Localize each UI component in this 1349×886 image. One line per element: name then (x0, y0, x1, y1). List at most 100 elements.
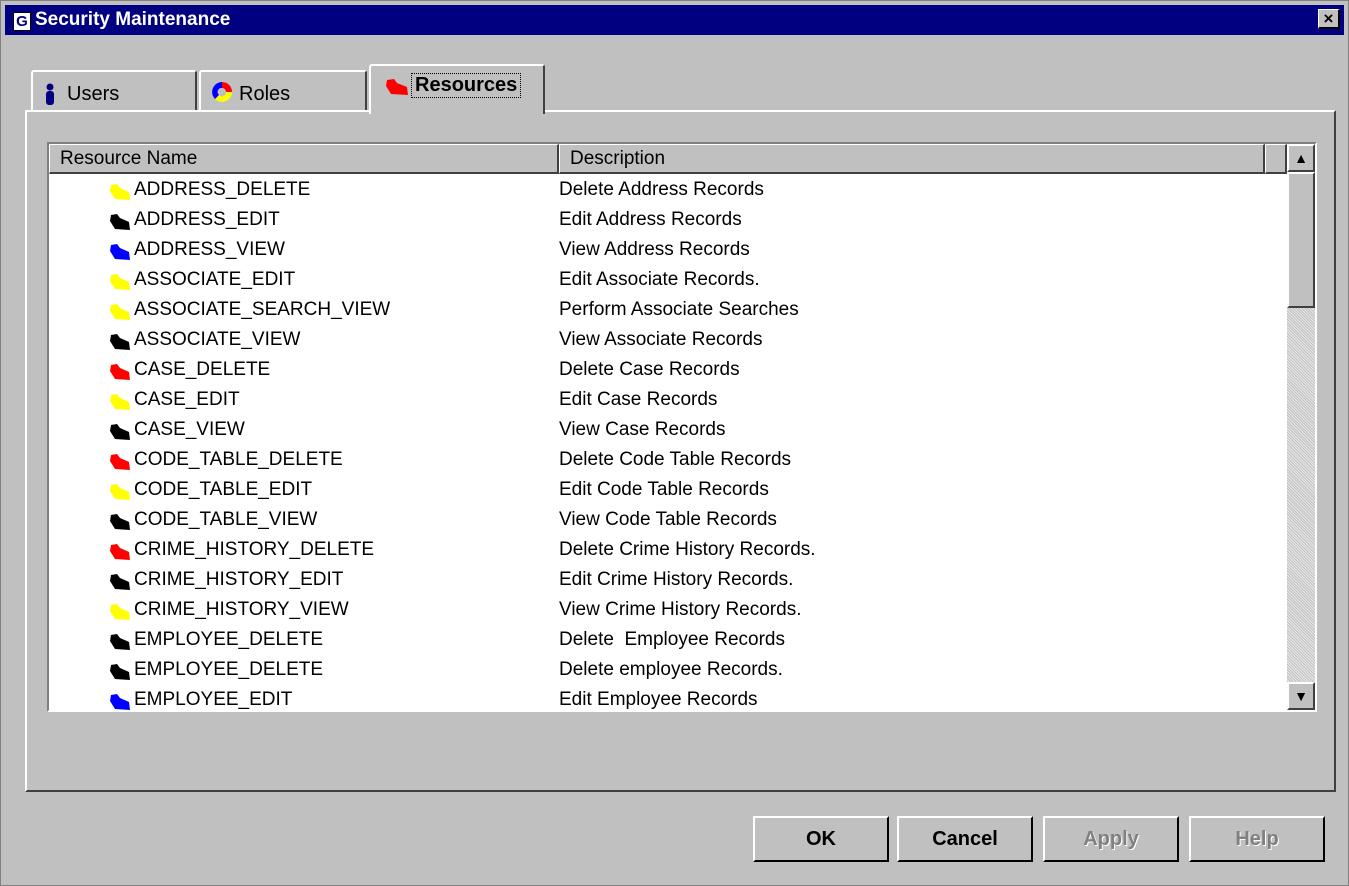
close-button[interactable]: × (1318, 9, 1340, 29)
table-row[interactable]: CRIME_HISTORY_DELETE Delete Crime History… (49, 534, 1287, 565)
tab-roles-label: Roles (239, 83, 291, 105)
window-title: Security Maintenance (35, 9, 231, 30)
resource-name-cell: CRIME_HISTORY_VIEW (134, 599, 349, 620)
column-header-description[interactable]: Description (559, 144, 1265, 174)
resource-icon (385, 78, 409, 102)
resource-icon (109, 480, 131, 500)
table-row[interactable]: CASE_DELETE Delete Case Records (49, 354, 1287, 385)
resource-name-cell: CASE_VIEW (134, 419, 245, 440)
table-row[interactable]: ADDRESS_VIEW View Address Records (49, 234, 1287, 265)
resource-icon (109, 570, 131, 590)
resource-name-cell: CODE_TABLE_DELETE (134, 449, 343, 470)
description-cell: View Crime History Records. (559, 599, 802, 620)
scroll-down-button[interactable]: ▼ (1287, 682, 1315, 710)
tab-users[interactable]: Users (31, 70, 197, 112)
table-row[interactable]: ASSOCIATE_SEARCH_VIEW Perform Associate S… (49, 294, 1287, 325)
description-cell: Delete Address Records (559, 179, 764, 200)
description-cell: Edit Crime History Records. (559, 569, 794, 590)
resource-name-cell: ADDRESS_EDIT (134, 209, 280, 230)
table-row[interactable]: ADDRESS_EDIT Edit Address Records (49, 204, 1287, 235)
table-row[interactable]: CRIME_HISTORY_EDIT Edit Crime History Rec… (49, 564, 1287, 595)
resource-name-cell: CRIME_HISTORY_EDIT (134, 569, 344, 590)
app-icon: G (13, 12, 31, 31)
resource-name-cell: EMPLOYEE_EDIT (134, 689, 293, 710)
resource-icon (109, 660, 131, 680)
table-row[interactable]: ASSOCIATE_EDIT Edit Associate Records. (49, 264, 1287, 295)
resource-icon (109, 420, 131, 440)
resource-icon (109, 690, 131, 710)
resource-name-cell: EMPLOYEE_DELETE (134, 629, 324, 650)
table-row[interactable]: CASE_VIEW View Case Records (49, 414, 1287, 445)
resource-name-cell: ASSOCIATE_SEARCH_VIEW (134, 299, 391, 320)
description-cell: Edit Address Records (559, 209, 742, 230)
table-row[interactable]: EMPLOYEE_EDIT Edit Employee Records (49, 684, 1287, 710)
tab-roles[interactable]: Roles (199, 70, 367, 112)
help-button[interactable]: Help (1189, 816, 1325, 862)
description-cell: View Address Records (559, 239, 750, 260)
description-cell: View Associate Records (559, 329, 763, 350)
table-body: ADDRESS_DELETE Delete Address Records ADDR… (49, 174, 1287, 710)
person-icon (43, 83, 57, 111)
ok-button[interactable]: OK (753, 816, 889, 862)
resource-name-cell: ADDRESS_VIEW (134, 239, 285, 260)
tab-users-label: Users (67, 83, 120, 105)
resource-icon (109, 360, 131, 380)
table-row[interactable]: CASE_EDIT Edit Case Records (49, 384, 1287, 415)
description-cell: Edit Employee Records (559, 689, 758, 710)
resource-icon (109, 330, 131, 350)
roles-ring-icon (211, 81, 233, 109)
column-header-resource-name[interactable]: Resource Name (49, 144, 559, 174)
resource-icon (109, 390, 131, 410)
resource-icon (109, 510, 131, 530)
description-cell: Edit Code Table Records (559, 479, 769, 500)
table-row[interactable]: EMPLOYEE_DELETE Delete Employee Records (49, 624, 1287, 655)
resource-icon (109, 180, 131, 200)
table-row[interactable]: EMPLOYEE_DELETE Delete employee Records. (49, 654, 1287, 685)
scroll-thumb[interactable] (1287, 172, 1315, 308)
table-row[interactable]: CODE_TABLE_EDIT Edit Code Table Records (49, 474, 1287, 505)
resource-name-cell: CASE_DELETE (134, 359, 271, 380)
description-cell: Perform Associate Searches (559, 299, 799, 320)
description-cell: Edit Case Records (559, 389, 718, 410)
resource-icon (109, 240, 131, 260)
resources-panel: Resource Name Description ADDRESS_DELETE… (25, 110, 1336, 792)
table-row[interactable]: CODE_TABLE_VIEW View Code Table Records (49, 504, 1287, 535)
title-bar[interactable]: G Security Maintenance × (5, 5, 1344, 35)
resource-icon (109, 270, 131, 290)
resource-name-cell: ASSOCIATE_VIEW (134, 329, 301, 350)
resource-name-cell: ADDRESS_DELETE (134, 179, 311, 200)
table-row[interactable]: CRIME_HISTORY_VIEW View Crime History Rec… (49, 594, 1287, 625)
cancel-button[interactable]: Cancel (897, 816, 1033, 862)
resource-icon (109, 210, 131, 230)
table-row[interactable]: ASSOCIATE_VIEW View Associate Records (49, 324, 1287, 355)
resource-name-cell: CASE_EDIT (134, 389, 240, 410)
tab-resources-label: Resources (411, 73, 522, 98)
resource-icon (109, 540, 131, 560)
resource-icon (109, 600, 131, 620)
resource-icon (109, 630, 131, 650)
resource-name-cell: CODE_TABLE_EDIT (134, 479, 313, 500)
description-cell: Delete Case Records (559, 359, 740, 380)
column-header-filler (1265, 144, 1287, 174)
vertical-scrollbar[interactable]: ▲ ▼ (1287, 144, 1315, 710)
resources-table: Resource Name Description ADDRESS_DELETE… (47, 142, 1317, 712)
description-cell: Delete Employee Records (559, 629, 785, 650)
resource-icon (109, 450, 131, 470)
resource-name-cell: CRIME_HISTORY_DELETE (134, 539, 375, 560)
description-cell: Delete employee Records. (559, 659, 783, 680)
table-row[interactable]: ADDRESS_DELETE Delete Address Records (49, 174, 1287, 205)
resource-name-cell: EMPLOYEE_DELETE (134, 659, 324, 680)
resource-name-cell: CODE_TABLE_VIEW (134, 509, 318, 530)
description-cell: View Code Table Records (559, 509, 777, 530)
resource-name-cell: ASSOCIATE_EDIT (134, 269, 296, 290)
description-cell: Delete Crime History Records. (559, 539, 816, 560)
scroll-up-button[interactable]: ▲ (1287, 144, 1315, 172)
apply-button[interactable]: Apply (1043, 816, 1179, 862)
table-header: Resource Name Description (49, 144, 1315, 174)
description-cell: View Case Records (559, 419, 726, 440)
tab-resources[interactable]: Resources (369, 64, 545, 114)
resource-icon (109, 300, 131, 320)
description-cell: Edit Associate Records. (559, 269, 760, 290)
table-row[interactable]: CODE_TABLE_DELETE Delete Code Table Recor… (49, 444, 1287, 475)
description-cell: Delete Code Table Records (559, 449, 792, 470)
